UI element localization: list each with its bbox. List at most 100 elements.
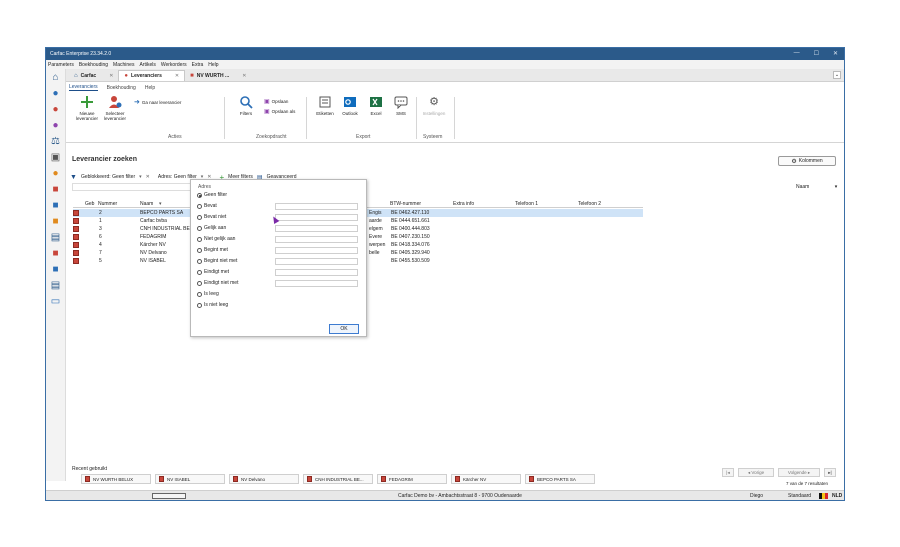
tab-label: NV WURTH ... [196, 72, 230, 79]
menu-help[interactable]: Help [208, 62, 218, 68]
labels-button[interactable]: Etiketten [314, 95, 336, 116]
outlook-button[interactable]: Outlook [340, 95, 360, 116]
workorder-icon[interactable]: ■ [50, 216, 62, 228]
car-icon[interactable]: ■ [50, 200, 62, 212]
ok-button[interactable]: OK [329, 324, 359, 334]
settings-button[interactable]: ⚙ Instellingen [420, 95, 448, 116]
blocked-filter[interactable]: Geblokkeerd: Geen filter [81, 174, 135, 180]
filter-value-input[interactable] [275, 258, 358, 265]
filter-value-input[interactable] [275, 269, 358, 276]
filter-option-gelijk-aan[interactable]: Gelijk aan [197, 225, 226, 231]
tab-carfac[interactable]: ⌂ Carfac ✕ [69, 70, 119, 81]
sms-icon [394, 95, 408, 109]
filter-option-begint-met[interactable]: Begint met [197, 247, 228, 253]
col-nummer[interactable]: Nummer [98, 201, 117, 207]
close-button[interactable]: ✕ [833, 50, 838, 57]
save-as-button[interactable]: ▣ Opslaan als [264, 108, 295, 115]
filter-option-is-leeg[interactable]: Is leeg [197, 291, 219, 297]
filter-option-is-niet-leeg[interactable]: Is niet leeg [197, 302, 228, 308]
prev-page-button[interactable]: ◂ Vorige [738, 468, 774, 477]
first-page-button[interactable]: |◂ [722, 468, 734, 477]
recent-item[interactable]: FEDAGRIM [377, 474, 447, 484]
ribbon-tab-leveranciers[interactable]: Leveranciers [69, 84, 98, 91]
col-extra-info[interactable]: Extra info [453, 201, 474, 207]
filter-option-begint-niet-met[interactable]: Begint niet met [197, 258, 237, 264]
chevron-down-icon[interactable]: ▾ [139, 174, 142, 180]
supplier-icon: ● [124, 73, 129, 79]
filter-value-input[interactable] [275, 214, 358, 221]
next-page-button[interactable]: Volgende ▸ [778, 468, 820, 477]
tractor-icon[interactable]: ■ [50, 184, 62, 196]
select-supplier-button[interactable]: Selecteer leverancier [102, 95, 128, 121]
filter-option-geen-filter[interactable]: Geen filter [197, 192, 227, 198]
clear-filter-icon[interactable]: ✕ [146, 174, 150, 180]
new-supplier-button[interactable]: Nieuwe leverancier [74, 95, 100, 121]
recent-item[interactable]: BEPCO PARTS SA [525, 474, 595, 484]
menu-parameters[interactable]: Parameters [48, 62, 74, 68]
save-button[interactable]: ▣ Opslaan [264, 98, 288, 105]
col-telefoon2[interactable]: Telefoon 2 [578, 201, 601, 207]
coin-icon[interactable]: ● [50, 168, 62, 180]
filters-button[interactable]: Filters [236, 95, 256, 116]
status-language[interactable]: NLD [832, 493, 842, 499]
recent-item[interactable]: Kärcher NV [451, 474, 521, 484]
close-icon[interactable]: ✕ [242, 73, 246, 79]
radio-icon [197, 247, 202, 253]
columns-button[interactable]: ⚙ Kolommen [778, 156, 836, 166]
filter-option-bevat[interactable]: Bevat [197, 203, 217, 209]
label-printer-icon [318, 95, 332, 109]
recent-item[interactable]: NV WURTH BELUX [81, 474, 151, 484]
close-icon[interactable]: ✕ [175, 73, 179, 79]
tab-leveranciers[interactable]: ● Leveranciers ✕ [118, 70, 186, 81]
col-btw[interactable]: BTW-nummer [390, 201, 421, 207]
ribbon-tab-help[interactable]: Help [145, 85, 155, 91]
filter-value-input[interactable] [275, 247, 358, 254]
col-telefoon1[interactable]: Telefoon 1 [515, 201, 538, 207]
sort-dropdown[interactable]: Naam ▾ [796, 184, 837, 190]
col-geb[interactable]: Geb [85, 201, 94, 207]
home-icon[interactable]: ⌂ [50, 72, 62, 84]
last-page-button[interactable]: ▸| [824, 468, 836, 477]
supplier-icon[interactable]: ● [50, 104, 62, 116]
supplier-mark-icon [73, 226, 79, 232]
scale-icon[interactable]: ⚖ [50, 136, 62, 148]
menu-extra[interactable]: Extra [192, 62, 204, 68]
list-icon[interactable]: ▤ [50, 280, 62, 292]
menu-machines[interactable]: Machines [113, 62, 134, 68]
maximize-button[interactable]: ☐ [814, 50, 819, 57]
col-naam[interactable]: Naam [140, 201, 153, 207]
save-icon: ▣ [264, 99, 270, 105]
minimize-button[interactable]: — [794, 50, 800, 57]
recent-item[interactable]: CNH INDUSTRIAL BE... [303, 474, 373, 484]
customer-icon[interactable]: ● [50, 88, 62, 100]
filter-option-eindigt-met[interactable]: Eindigt met [197, 269, 229, 275]
filter-value-input[interactable] [275, 203, 358, 210]
sms-button[interactable]: SMS [392, 95, 410, 116]
filter-option-bevat-niet[interactable]: Bevat niet [197, 214, 226, 220]
ribbon-tab-boekhouding[interactable]: Boekhouding [107, 85, 136, 91]
gear-icon: ⚙ [791, 158, 797, 165]
inbox-icon[interactable]: ▣ [50, 152, 62, 164]
document-icon[interactable]: ▤ [50, 232, 62, 244]
menu-boekhouding[interactable]: Boekhouding [79, 62, 108, 68]
filter-option-niet-gelijk-aan[interactable]: Niet gelijk aan [197, 236, 235, 242]
menu-artikels[interactable]: Artikels [139, 62, 155, 68]
goto-supplier-button[interactable]: ➜ Ga naar leverancier [134, 98, 181, 106]
contact-icon[interactable]: ● [50, 120, 62, 132]
basket-icon[interactable]: ■ [50, 248, 62, 260]
menu-werkorders[interactable]: Werkorders [161, 62, 187, 68]
tab-nv-wurth[interactable]: ■ NV WURTH ... ✕ [185, 70, 252, 81]
radio-icon [197, 203, 202, 209]
tabs-dropdown-icon[interactable]: ⌄ [833, 71, 841, 79]
excel-button[interactable]: Excel [366, 95, 386, 116]
recent-item[interactable]: NV ISABEL [155, 474, 225, 484]
truck-icon[interactable]: ■ [50, 264, 62, 276]
filter-option-eindigt-niet-met[interactable]: Eindigt niet met [197, 280, 238, 286]
filter-value-input[interactable] [275, 225, 358, 232]
chat-icon[interactable]: ▭ [50, 296, 62, 308]
filter-value-input[interactable] [275, 280, 358, 287]
close-icon[interactable]: ✕ [109, 73, 113, 79]
recent-item[interactable]: NV Delvano [229, 474, 299, 484]
supplier-mark-icon [73, 242, 79, 248]
filter-value-input[interactable] [275, 236, 358, 243]
